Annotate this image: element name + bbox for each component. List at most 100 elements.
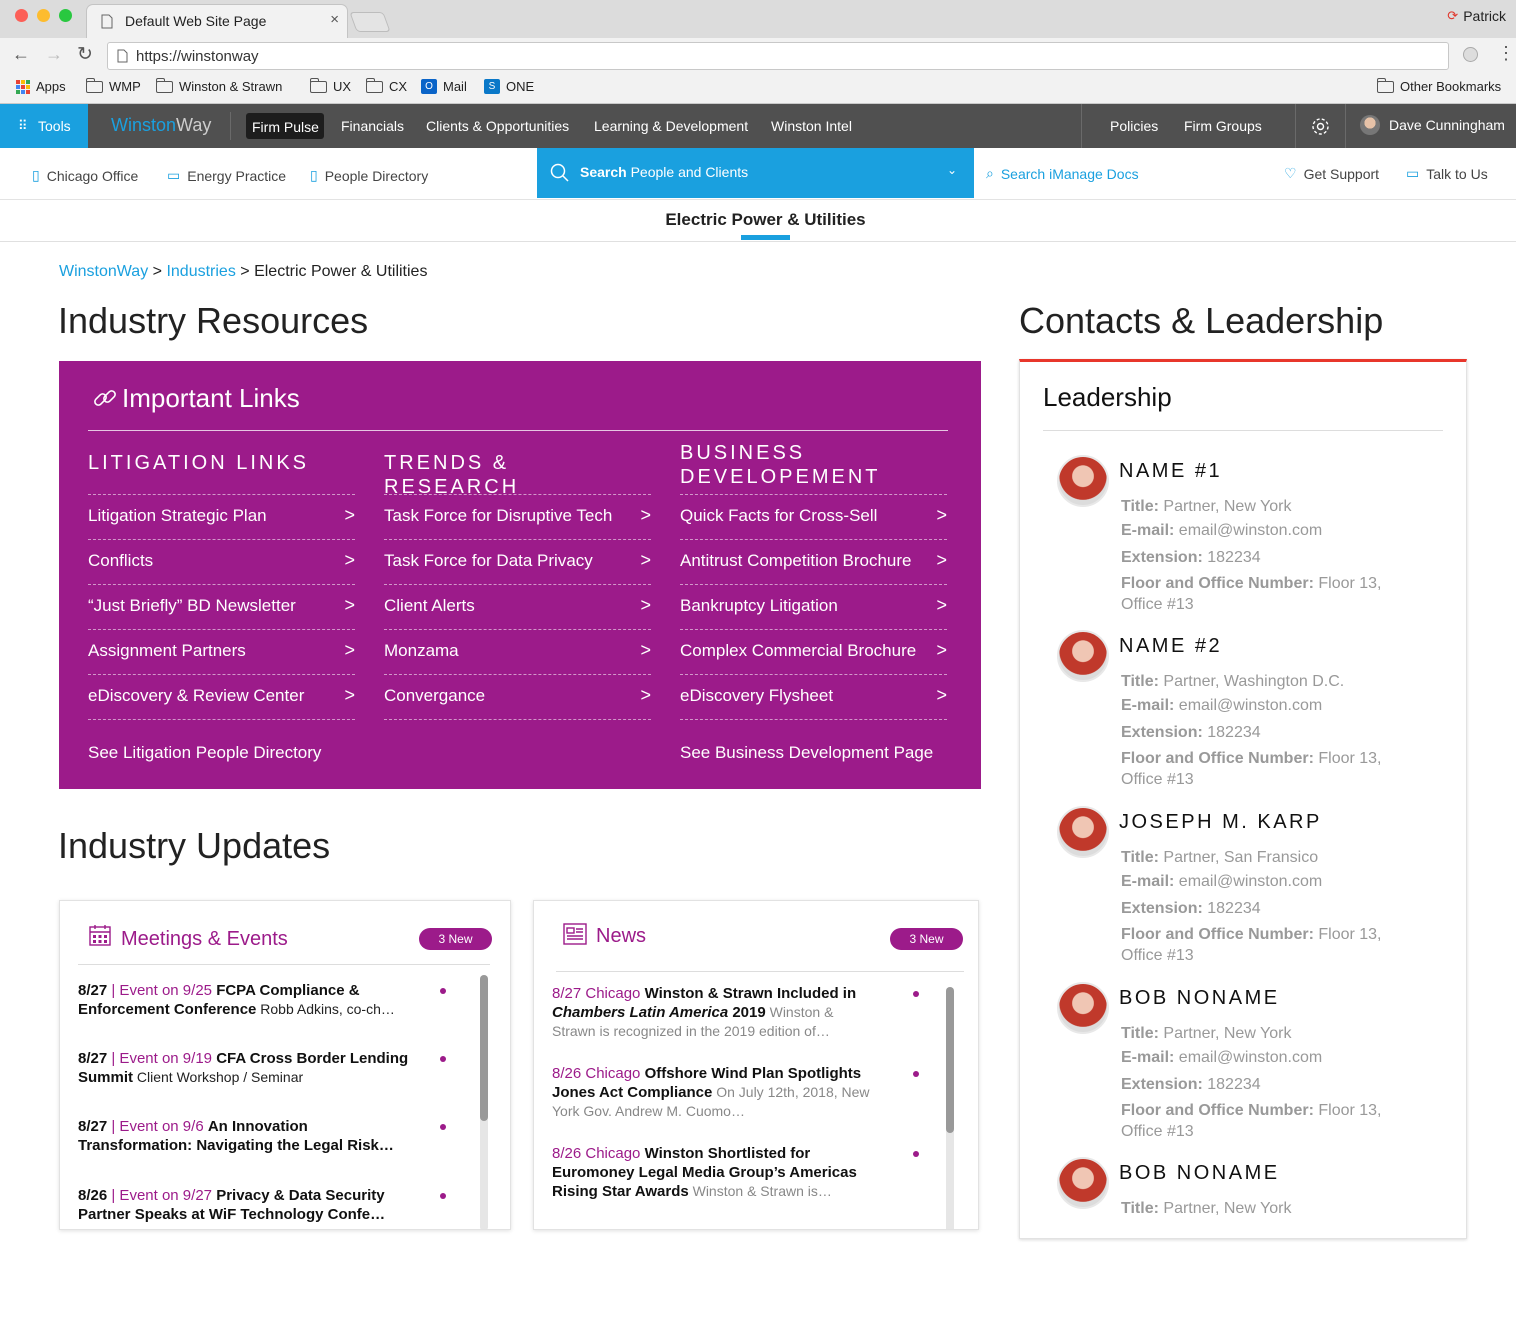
maximize-window-button[interactable] <box>59 9 72 22</box>
scrollbar-thumb[interactable] <box>480 975 488 1121</box>
event-item[interactable]: 8/26 | Event on 9/27 Privacy & Data Secu… <box>78 1186 413 1224</box>
nav-item-financials[interactable]: Financials <box>341 118 404 134</box>
link-item[interactable]: eDiscovery & Review Center > <box>88 674 355 719</box>
link-item[interactable]: Monzama > <box>384 629 651 674</box>
field-value: Floor 13, <box>1318 575 1382 592</box>
forward-icon[interactable]: → <box>45 44 63 65</box>
close-tab-icon[interactable]: × <box>330 11 339 28</box>
contact-floor: Floor and Office Number: Floor 13, Office… <box>1121 1100 1411 1142</box>
bookmark-label: ONE <box>506 79 535 94</box>
extension-icon[interactable] <box>1463 47 1478 62</box>
contact-name[interactable]: BOB NONAME <box>1119 987 1280 1010</box>
nav-item-learning[interactable]: Learning & Development <box>594 118 748 134</box>
contact-name[interactable]: JOSEPH M. KARP <box>1119 811 1322 834</box>
link-item[interactable]: Convergance > <box>384 674 651 719</box>
event-item[interactable]: 8/27 | Event on 9/19 CFA Cross Border Le… <box>78 1049 413 1087</box>
see-more-link[interactable]: See Litigation People Directory <box>88 743 321 763</box>
bookmark-ux[interactable]: UX <box>310 77 351 94</box>
news-meta: 8/26 Chicago <box>552 1145 645 1162</box>
gear-icon[interactable] <box>1310 116 1331 137</box>
field-value[interactable]: email@winston.com <box>1179 1049 1322 1066</box>
field-value[interactable]: email@winston.com <box>1179 697 1322 714</box>
scrollbar[interactable] <box>480 975 488 1229</box>
divider <box>88 430 948 431</box>
nav-item-clients[interactable]: Clients & Opportunities <box>426 118 569 134</box>
subnav-people-directory[interactable]: ▯ People Directory <box>310 167 428 184</box>
event-item[interactable]: 8/27 | Event on 9/6 An Innovation Transf… <box>78 1117 413 1155</box>
tools-button[interactable]: ⠿ Tools <box>0 104 88 148</box>
field-value: 182234 <box>1207 900 1261 917</box>
nav-item-winston-intel[interactable]: Winston Intel <box>771 118 852 134</box>
contact-name[interactable]: BOB NONAME <box>1119 1162 1280 1185</box>
nav-item-firm-pulse[interactable]: Firm Pulse <box>246 113 324 139</box>
field-value[interactable]: email@winston.com <box>1179 873 1322 890</box>
link-item[interactable]: eDiscovery Flysheet > <box>680 674 947 719</box>
chat-icon: ▭ <box>1406 165 1420 181</box>
back-icon[interactable]: ← <box>12 44 30 65</box>
menu-icon[interactable]: ⋮ <box>1497 43 1515 64</box>
search-people-clients[interactable]: Search People and Clients ⌄ <box>537 148 974 198</box>
breadcrumb-industries[interactable]: Industries <box>166 263 235 280</box>
unread-dot <box>913 991 919 997</box>
event-item[interactable]: 8/27 | Event on 9/25 FCPA Compliance & E… <box>78 981 413 1019</box>
nav-divider <box>1345 104 1346 148</box>
field-value[interactable]: email@winston.com <box>1179 522 1322 539</box>
scrollbar-thumb[interactable] <box>946 987 954 1133</box>
news-item[interactable]: 8/26 Chicago Offshore Wind Plan Spotligh… <box>552 1064 877 1121</box>
nav-item-firm-groups[interactable]: Firm Groups <box>1184 118 1262 134</box>
link-item[interactable]: Task Force for Disruptive Tech > <box>384 494 651 539</box>
address-bar[interactable]: https://winstonway <box>107 42 1449 70</box>
subnav-chicago-office[interactable]: ▯ Chicago Office <box>32 167 138 184</box>
talk-to-us-link[interactable]: ▭ Talk to Us <box>1406 165 1488 182</box>
subnav-energy-practice[interactable]: ▭ Energy Practice <box>167 167 286 184</box>
scrollbar[interactable] <box>946 987 954 1229</box>
profile-button[interactable]: ⟳ Patrick <box>1447 8 1506 24</box>
link-item[interactable]: Assignment Partners > <box>88 629 355 674</box>
field-value: Partner, New York <box>1163 1200 1292 1217</box>
leader-contact: BOB NONAME Title: Partner, New York <box>1057 1157 1407 1327</box>
link-item[interactable]: Bankruptcy Litigation > <box>680 584 947 629</box>
bookmark-one[interactable]: S ONE <box>484 79 534 94</box>
breadcrumb-winstonway[interactable]: WinstonWay <box>59 263 148 280</box>
bookmark-mail[interactable]: O Mail <box>421 79 467 94</box>
chevron-right-icon: > <box>344 505 355 525</box>
search-imanage-docs[interactable]: ⌕ Search iManage Docs <box>986 165 1139 182</box>
news-item[interactable]: 8/27 Chicago Winston & Strawn Included i… <box>552 984 877 1041</box>
folder-icon <box>86 77 103 93</box>
user-menu[interactable]: Dave Cunningham <box>1360 115 1505 135</box>
contact-email: E-mail: email@winston.com <box>1121 871 1322 892</box>
see-more-link[interactable]: See Business Development Page <box>680 743 933 763</box>
link-item[interactable]: Task Force for Data Privacy > <box>384 539 651 584</box>
important-links-title: Important Links <box>122 383 300 413</box>
link-item[interactable]: Antitrust Competition Brochure > <box>680 539 947 584</box>
browser-tab[interactable]: Default Web Site Page × <box>86 4 348 38</box>
bookmark-apps[interactable]: Apps <box>16 79 66 94</box>
link-item[interactable]: Conflicts > <box>88 539 355 584</box>
winstonway-logo[interactable]: WinstonWay <box>111 115 211 136</box>
contact-name[interactable]: NAME #2 <box>1119 635 1222 658</box>
newspaper-icon <box>563 923 587 945</box>
field-value: 182234 <box>1207 1076 1261 1093</box>
new-tab-button[interactable] <box>349 12 391 32</box>
get-support-link[interactable]: ♡ Get Support <box>1284 165 1379 182</box>
page-tab-title[interactable]: Electric Power & Utilities <box>0 210 1516 230</box>
contact-name[interactable]: NAME #1 <box>1119 460 1222 483</box>
bookmark-wmp[interactable]: WMP <box>86 77 141 94</box>
bookmark-other[interactable]: Other Bookmarks <box>1377 77 1501 94</box>
close-window-button[interactable] <box>15 9 28 22</box>
nav-item-policies[interactable]: Policies <box>1110 118 1158 134</box>
link-item[interactable]: Complex Commercial Brochure > <box>680 629 947 674</box>
field-label: Extension: <box>1121 549 1203 566</box>
reload-icon[interactable]: ↻ <box>77 43 93 66</box>
industry-resources-heading: Industry Resources <box>58 300 369 341</box>
bookmark-cx[interactable]: CX <box>366 77 407 94</box>
link-item[interactable]: Client Alerts > <box>384 584 651 629</box>
minimize-window-button[interactable] <box>37 9 50 22</box>
breadcrumb: WinstonWay > Industries > Electric Power… <box>59 263 427 281</box>
link-item[interactable]: “Just Briefly” BD Newsletter > <box>88 584 355 629</box>
news-item[interactable]: 8/26 Chicago Winston Shortlisted for Eur… <box>552 1144 877 1201</box>
link-item[interactable]: Quick Facts for Cross-Sell > <box>680 494 947 539</box>
link-item[interactable]: Litigation Strategic Plan > <box>88 494 355 539</box>
chevron-down-icon[interactable]: ⌄ <box>947 163 957 177</box>
bookmark-winston-strawn[interactable]: Winston & Strawn <box>156 77 282 94</box>
